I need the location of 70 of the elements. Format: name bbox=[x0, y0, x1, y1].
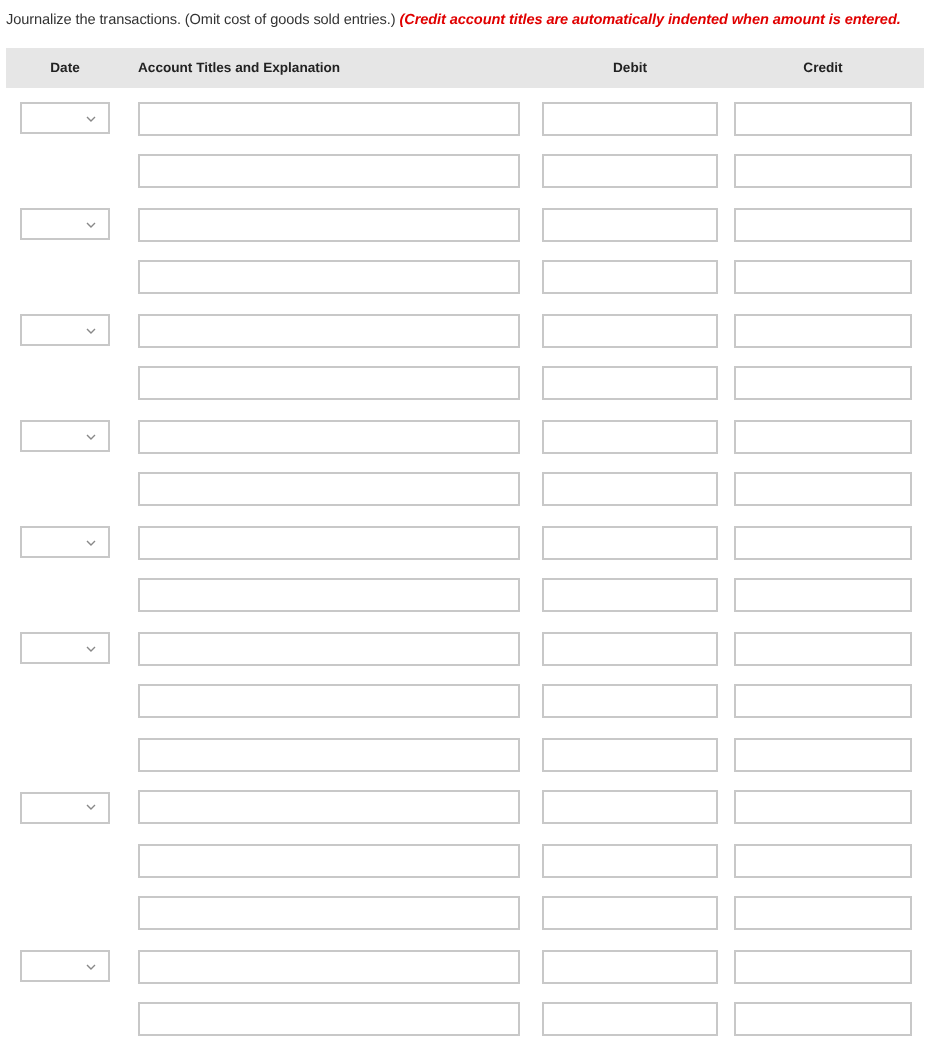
credit-field[interactable] bbox=[734, 101, 912, 136]
credit-field[interactable] bbox=[734, 419, 912, 454]
account-title-field[interactable] bbox=[138, 260, 520, 295]
chevron-down-icon bbox=[86, 115, 96, 122]
date-dropdown[interactable] bbox=[20, 632, 110, 665]
account-title-field[interactable] bbox=[138, 1002, 520, 1037]
account-title-field[interactable] bbox=[138, 366, 520, 401]
date-dropdown[interactable] bbox=[20, 314, 110, 347]
debit-field[interactable] bbox=[542, 896, 718, 931]
debit-field[interactable] bbox=[542, 260, 718, 295]
debit-field[interactable] bbox=[542, 525, 718, 560]
debit-field[interactable] bbox=[542, 949, 718, 984]
account-title-field[interactable] bbox=[138, 578, 520, 613]
debit-field[interactable] bbox=[542, 578, 718, 613]
debit-field[interactable] bbox=[542, 419, 718, 454]
date-dropdown[interactable] bbox=[20, 950, 110, 983]
account-title-field[interactable] bbox=[138, 472, 520, 507]
account-title-field[interactable] bbox=[138, 154, 520, 189]
credit-field[interactable] bbox=[734, 631, 912, 666]
credit-field[interactable] bbox=[734, 1002, 912, 1037]
credit-field[interactable] bbox=[734, 525, 912, 560]
debit-field[interactable] bbox=[542, 790, 718, 825]
chevron-down-icon bbox=[86, 433, 96, 440]
date-dropdown[interactable] bbox=[20, 102, 110, 135]
date-dropdown[interactable] bbox=[20, 208, 110, 241]
credit-field[interactable] bbox=[734, 578, 912, 613]
credit-field[interactable] bbox=[734, 737, 912, 772]
debit-field[interactable] bbox=[542, 154, 718, 189]
credit-field[interactable] bbox=[734, 207, 912, 242]
date-dropdown[interactable] bbox=[20, 420, 110, 453]
account-title-field[interactable] bbox=[138, 207, 520, 242]
debit-field[interactable] bbox=[542, 313, 718, 348]
chevron-down-icon bbox=[86, 539, 96, 546]
chevron-down-icon bbox=[86, 645, 96, 652]
account-title-field[interactable] bbox=[138, 525, 520, 560]
chevron-down-icon bbox=[86, 327, 96, 334]
debit-field[interactable] bbox=[542, 843, 718, 878]
credit-field[interactable] bbox=[734, 154, 912, 189]
account-title-field[interactable] bbox=[138, 419, 520, 454]
account-title-field[interactable] bbox=[138, 896, 520, 931]
debit-field[interactable] bbox=[542, 737, 718, 772]
debit-field[interactable] bbox=[542, 631, 718, 666]
credit-field[interactable] bbox=[734, 313, 912, 348]
account-title-field[interactable] bbox=[138, 790, 520, 825]
debit-field[interactable] bbox=[542, 366, 718, 401]
account-title-field[interactable] bbox=[138, 313, 520, 348]
debit-field[interactable] bbox=[542, 101, 718, 136]
account-title-field[interactable] bbox=[138, 631, 520, 666]
account-title-field[interactable] bbox=[138, 949, 520, 984]
account-title-field[interactable] bbox=[138, 101, 520, 136]
account-title-field[interactable] bbox=[138, 684, 520, 719]
debit-field[interactable] bbox=[542, 1002, 718, 1037]
debit-field[interactable] bbox=[542, 207, 718, 242]
chevron-down-icon bbox=[86, 963, 96, 970]
debit-field[interactable] bbox=[542, 684, 718, 719]
date-dropdown[interactable] bbox=[20, 526, 110, 559]
credit-field[interactable] bbox=[734, 949, 912, 984]
account-title-field[interactable] bbox=[138, 737, 520, 772]
credit-field[interactable] bbox=[734, 896, 912, 931]
credit-field[interactable] bbox=[734, 472, 912, 507]
chevron-down-icon bbox=[86, 221, 96, 228]
credit-field[interactable] bbox=[734, 684, 912, 719]
credit-field[interactable] bbox=[734, 366, 912, 401]
debit-field[interactable] bbox=[542, 472, 718, 507]
credit-field[interactable] bbox=[734, 260, 912, 295]
credit-field[interactable] bbox=[734, 843, 912, 878]
date-dropdown[interactable] bbox=[20, 791, 110, 824]
credit-field[interactable] bbox=[734, 790, 912, 825]
chevron-down-icon bbox=[86, 804, 96, 811]
account-title-field[interactable] bbox=[138, 843, 520, 878]
